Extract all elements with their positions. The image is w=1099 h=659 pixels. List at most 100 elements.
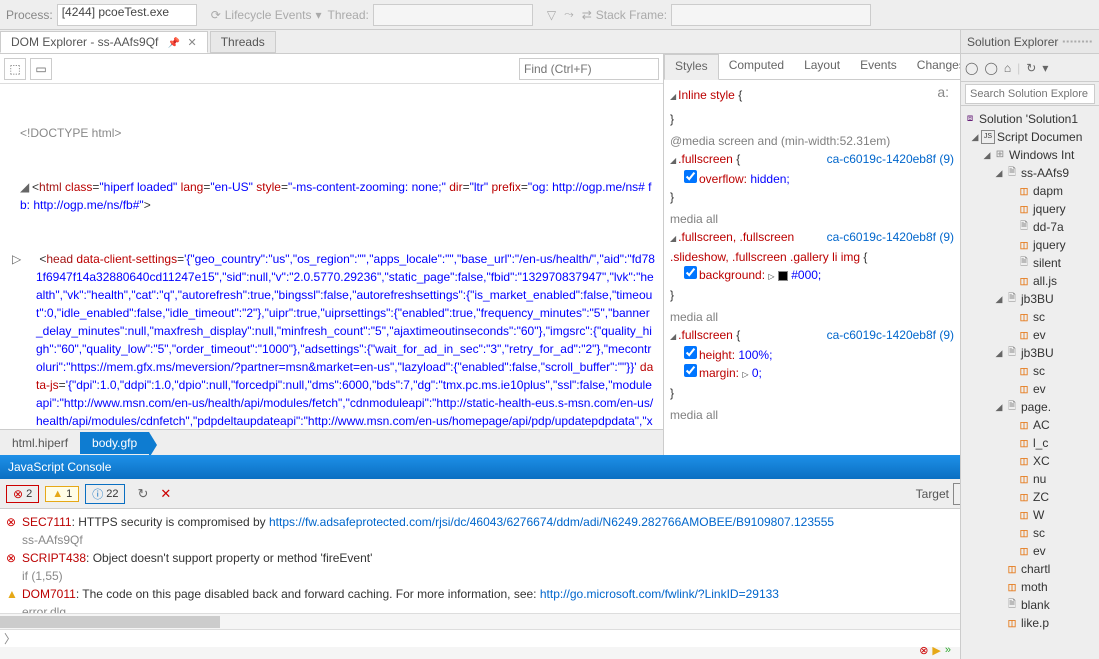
filter-icon[interactable]: ▽	[547, 8, 556, 22]
step-icon[interactable]: »	[945, 644, 951, 657]
back-icon[interactable]: ◯	[965, 61, 978, 75]
refresh-icon[interactable]: ↻	[137, 486, 148, 502]
js-icon: ◫	[1017, 364, 1031, 378]
tree-item[interactable]: ◫W	[961, 506, 1099, 524]
js-icon: ◫	[1017, 310, 1031, 324]
warning-badge[interactable]: ▲1	[45, 486, 79, 502]
tree-item[interactable]: 🗎dd-7a	[961, 218, 1099, 236]
debug-toolbar: Process: [4244] pcoeTest.exe ⟳ Lifecycle…	[0, 0, 1099, 30]
js-icon: ◫	[1017, 382, 1031, 396]
rule-checkbox[interactable]	[684, 266, 697, 279]
tree-item[interactable]: ◢🗎jb3BU	[961, 290, 1099, 308]
tree-item[interactable]: ◫ev	[961, 542, 1099, 560]
error-icon: ⊗	[919, 644, 928, 657]
source-link[interactable]: ca-c6019c-1420eb8f (9)	[827, 326, 954, 344]
styles-panel[interactable]: a: ◢Inline style { } @media screen and (…	[664, 80, 960, 455]
process-select[interactable]: [4244] pcoeTest.exe	[57, 4, 197, 26]
tree-item[interactable]: ◫AC	[961, 416, 1099, 434]
find-input[interactable]	[519, 58, 659, 80]
thread-select[interactable]	[373, 4, 533, 26]
tree-item[interactable]: ◫XC	[961, 452, 1099, 470]
tree-item[interactable]: ◫ev	[961, 380, 1099, 398]
solution-tree[interactable]: ⧈Solution 'Solution1 ◢JSScript Documen ◢…	[961, 106, 1099, 659]
tree-item[interactable]: ◫ev	[961, 326, 1099, 344]
js-icon: ◫	[1017, 328, 1031, 342]
rule-checkbox[interactable]	[684, 364, 697, 377]
tree-item[interactable]: ◫ZC	[961, 488, 1099, 506]
tab-events[interactable]: Events	[850, 54, 907, 79]
tree-item[interactable]: ◫jquery	[961, 236, 1099, 254]
error-icon: ⊗	[6, 549, 22, 567]
tree-item[interactable]: ◫l_c	[961, 434, 1099, 452]
tree-item[interactable]: ◫sc	[961, 524, 1099, 542]
highlight-icon[interactable]: ▭	[30, 58, 52, 80]
document-tabs: DOM Explorer - ss-AAfs9Qf 📌 ✕ Threads ▾	[0, 30, 1099, 54]
tree-item[interactable]: ◫nu	[961, 470, 1099, 488]
forward-icon[interactable]: ◯	[984, 61, 997, 75]
js-icon: ◫	[1005, 580, 1019, 594]
head-node[interactable]: ▷ <head data-client-settings='{"geo_coun…	[8, 250, 655, 429]
solution-explorer: Solution Explorer▪▪▪▪▪▪▪▪ ◯ ◯ ⌂ | ↻ ▾ ⧈S…	[960, 30, 1099, 659]
refresh-icon[interactable]: ↻	[1026, 61, 1036, 75]
rule-checkbox[interactable]	[684, 346, 697, 359]
solution-icon: ⧈	[963, 112, 977, 126]
error-badge[interactable]: ⊗2	[6, 485, 39, 503]
tree-item[interactable]: ◫sc	[961, 308, 1099, 326]
pin-icon[interactable]: 📌	[168, 38, 180, 49]
tree-item[interactable]: ◢🗎jb3BU	[961, 344, 1099, 362]
windows-icon: ⊞	[993, 148, 1007, 162]
js-icon: ◫	[1005, 562, 1019, 576]
file-icon: 🗎	[1005, 166, 1019, 180]
rule-checkbox[interactable]	[684, 170, 697, 183]
html-node[interactable]: ◢<html class="hiperf loaded" lang="en-US…	[8, 178, 655, 214]
thread-icon[interactable]: ⤳	[564, 7, 574, 22]
tree-item[interactable]: ◫dapm	[961, 182, 1099, 200]
tab-computed[interactable]: Computed	[719, 54, 794, 79]
js-icon: ◫	[1017, 472, 1031, 486]
js-icon: ◫	[1005, 616, 1019, 630]
refresh-icon[interactable]: ⟳	[211, 8, 221, 22]
dom-tree[interactable]: <!DOCTYPE html> ◢<html class="hiperf loa…	[0, 84, 663, 429]
tree-item[interactable]: 🗎silent	[961, 254, 1099, 272]
play-icon[interactable]: ▶	[932, 644, 940, 657]
js-icon: ◫	[1017, 436, 1031, 450]
scrollbar[interactable]: 〉	[0, 613, 1099, 629]
breadcrumb-html[interactable]: html.hiperf	[0, 432, 80, 454]
stack-select[interactable]	[671, 4, 871, 26]
doctype-node[interactable]: <!DOCTYPE html>	[20, 124, 655, 142]
tree-item[interactable]: ◢🗎ss-AAfs9	[961, 164, 1099, 182]
tree-item[interactable]: ◫chartl	[961, 560, 1099, 578]
info-badge[interactable]: ⓘ22	[85, 484, 125, 504]
tab-layout[interactable]: Layout	[794, 54, 850, 79]
tree-item[interactable]: 🗎blank	[961, 596, 1099, 614]
tree-item[interactable]: ◫sc	[961, 362, 1099, 380]
solution-search[interactable]	[965, 84, 1095, 104]
tab-styles[interactable]: Styles	[664, 54, 719, 80]
close-icon[interactable]: ✕	[188, 37, 197, 49]
file-icon: 🗎	[1005, 400, 1019, 414]
console-output[interactable]: ⊗SEC7111: HTTPS security is compromised …	[0, 509, 1099, 629]
js-icon: ◫	[1017, 184, 1031, 198]
a11y-button[interactable]: a:	[932, 82, 954, 102]
file-icon: 🗎	[1005, 292, 1019, 306]
js-icon: ◫	[1017, 238, 1031, 252]
js-icon: ◫	[1017, 274, 1031, 288]
select-element-icon[interactable]: ⬚	[4, 58, 26, 80]
tree-item[interactable]: ◫moth	[961, 578, 1099, 596]
home-icon[interactable]: ⌂	[1004, 61, 1011, 75]
tree-item[interactable]: ◫all.js	[961, 272, 1099, 290]
process-label: Process:	[6, 8, 53, 22]
js-icon: ◫	[1017, 202, 1031, 216]
source-link[interactable]: ca-c6019c-1420eb8f (9)	[827, 150, 954, 168]
tree-item[interactable]: ◫like.p	[961, 614, 1099, 632]
clear-icon[interactable]: ✕	[160, 486, 171, 502]
breadcrumb-body[interactable]: body.gfp	[80, 432, 149, 454]
target-label: Target	[916, 487, 949, 501]
tree-item[interactable]: ◢🗎page.	[961, 398, 1099, 416]
source-link[interactable]: ca-c6019c-1420eb8f (9)	[827, 228, 954, 246]
tree-item[interactable]: ◫jquery	[961, 200, 1099, 218]
swap-icon[interactable]: ⇄	[582, 8, 592, 22]
tab-threads[interactable]: Threads	[210, 31, 276, 53]
color-swatch[interactable]	[778, 271, 788, 281]
tab-dom-explorer[interactable]: DOM Explorer - ss-AAfs9Qf 📌 ✕	[0, 31, 208, 53]
